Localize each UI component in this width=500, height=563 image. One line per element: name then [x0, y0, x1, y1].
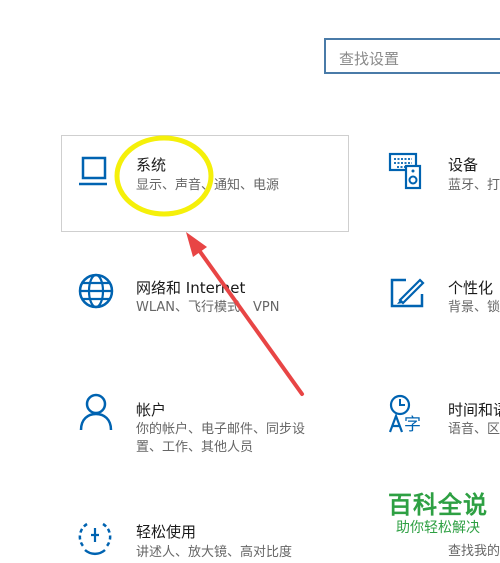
- tile-devices-desc: 蓝牙、打: [448, 178, 500, 193]
- tile-personalization-desc: 背景、锁: [448, 300, 500, 315]
- paint-tablet-icon: [390, 278, 425, 308]
- tile-ease-of-access-desc: 讲述人、放大镜、高对比度: [136, 545, 293, 560]
- tile-personalization[interactable]: 个性化 背景、锁: [388, 274, 500, 334]
- tile-accounts-title: 帐户: [136, 401, 167, 419]
- tile-time-language[interactable]: 字 时间和语 语音、区: [388, 394, 500, 454]
- tile-ease-of-access-title: 轻松使用: [136, 523, 197, 541]
- clock-language-icon: 字: [388, 394, 421, 434]
- laptop-icon: [79, 156, 107, 186]
- search-input[interactable]: 查找设置: [324, 38, 500, 74]
- tile-system-title: 系统: [136, 156, 167, 174]
- tile-devices[interactable]: 设备 蓝牙、打: [388, 152, 500, 212]
- watermark-title: 百科全说: [388, 491, 488, 519]
- tile-accounts-desc-line2: 置、工作、其他人员: [136, 440, 254, 455]
- watermark-logo: 百科全说 助你轻松解决: [376, 491, 500, 537]
- tile-ease-of-access[interactable]: 轻松使用 讲述人、放大镜、高对比度: [77, 516, 347, 560]
- globe-icon: [78, 273, 114, 309]
- tile-devices-title: 设备: [448, 156, 479, 174]
- tile-accounts-desc-line1: 你的帐户、电子邮件、同步设: [136, 422, 306, 437]
- watermark-subtitle: 助你轻松解决: [396, 520, 480, 536]
- tile-time-language-desc: 语音、区: [448, 422, 500, 437]
- tile-system[interactable]: 系统 显示、声音、通知、电源: [77, 152, 347, 212]
- tile-system-desc: 显示、声音、通知、电源: [136, 178, 280, 193]
- ease-of-access-icon: [78, 522, 112, 555]
- tile-network[interactable]: 网络和 Internet WLAN、飞行模式、VPN: [77, 272, 347, 332]
- tile-personalization-title: 个性化: [448, 279, 494, 297]
- svg-text:字: 字: [404, 415, 421, 434]
- tile-accounts[interactable]: 帐户 你的帐户、电子邮件、同步设 置、工作、其他人员: [77, 392, 347, 462]
- person-icon: [79, 393, 113, 431]
- tile-search-desc: 查找我的: [448, 544, 500, 559]
- tile-time-language-title: 时间和语: [448, 401, 500, 419]
- keyboard-speaker-icon: [388, 152, 422, 190]
- tile-network-desc: WLAN、飞行模式、VPN: [136, 300, 280, 315]
- tile-network-title: 网络和 Internet: [136, 279, 246, 297]
- annotation-arrow-head: [186, 232, 207, 257]
- search-placeholder: 查找设置: [339, 50, 400, 68]
